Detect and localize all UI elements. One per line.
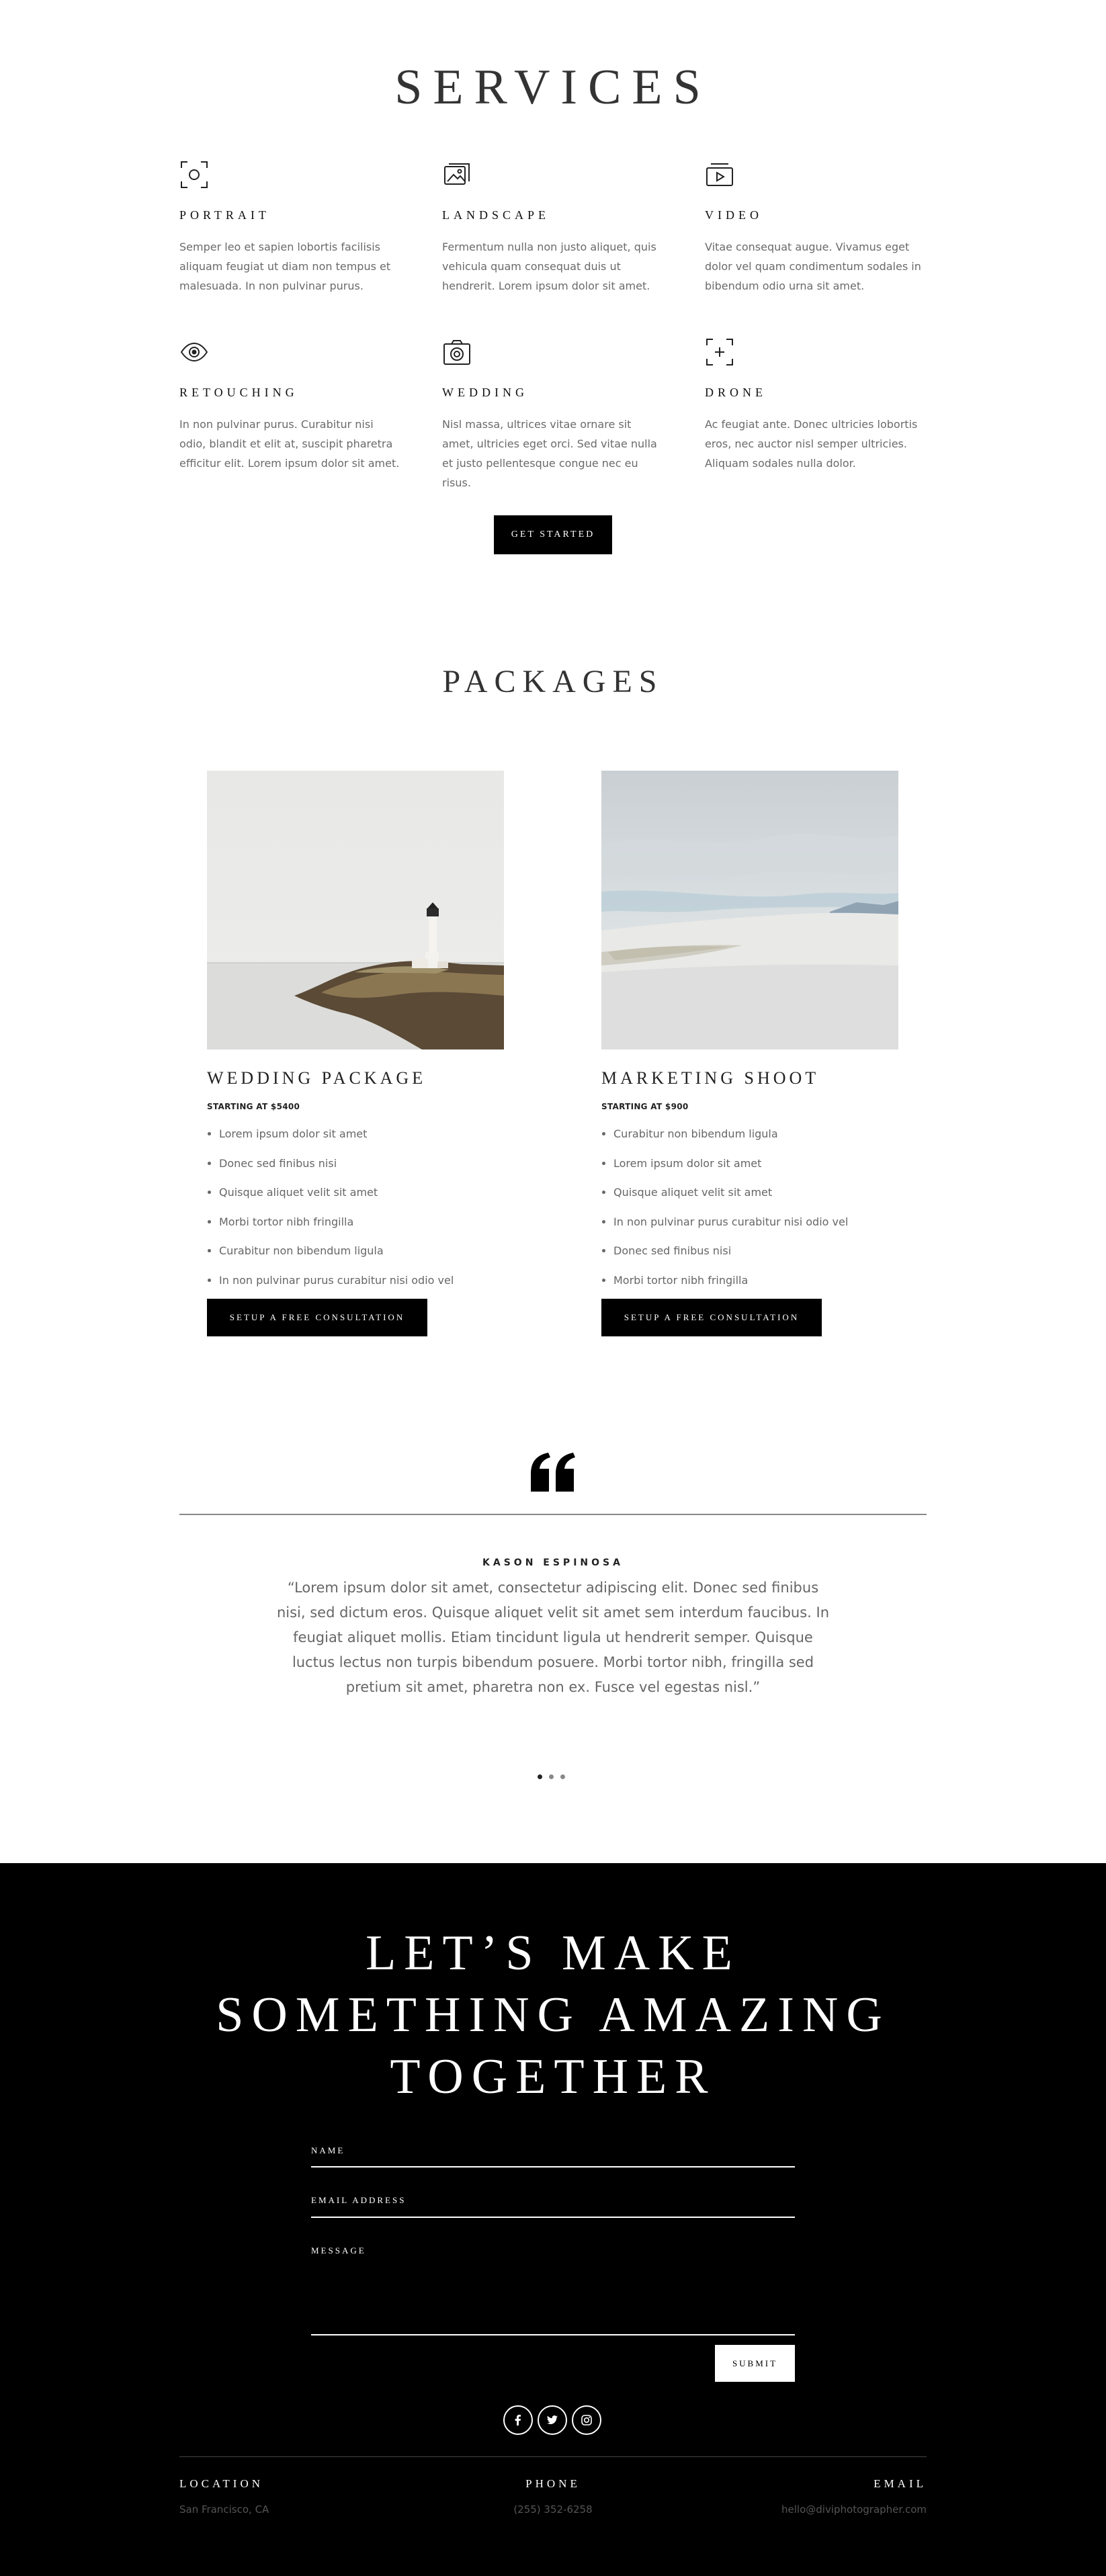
services-section: SERVICES PORTRAIT Semper leo et sapien l… <box>0 0 1106 1863</box>
testimonial-divider <box>179 1514 927 1515</box>
heading-line: LET’S MAKE <box>366 1926 740 1981</box>
list-item: Curabitur non bibendum ligula <box>613 1126 898 1156</box>
wedding-consultation-button[interactable]: SETUP A FREE CONSULTATION <box>207 1299 427 1336</box>
facebook-icon <box>515 2415 521 2425</box>
service-wedding: WEDDING Nisl massa, ultrices vitae ornar… <box>442 337 664 492</box>
service-text: Nisl massa, ultrices vitae ornare sit am… <box>442 418 657 489</box>
service-text: Semper leo et sapien lobortis facilisis … <box>179 241 391 292</box>
desert-image <box>601 771 898 1049</box>
contact-heading: LET’S MAKE SOMETHING AMAZING TOGETHER <box>0 1922 1106 2108</box>
name-field[interactable] <box>311 2166 795 2167</box>
phone-value: (255) 352-6258 <box>513 2503 593 2516</box>
twitter-icon <box>547 2415 558 2425</box>
list-item: Lorem ipsum dolor sit amet <box>219 1126 504 1156</box>
submit-button[interactable]: SUBMIT <box>715 2345 795 2382</box>
service-title: VIDEO <box>705 208 763 222</box>
desert-photo <box>601 771 898 1049</box>
service-video: VIDEO Vitae consequat augue. Vivamus ege… <box>705 160 927 296</box>
services-title: SERVICES <box>394 60 712 115</box>
testimonial-quote: “Lorem ipsum dolor sit amet, consectetur… <box>276 1580 830 1695</box>
service-portrait: PORTRAIT Semper leo et sapien lobortis f… <box>179 160 401 296</box>
list-item: In non pulvinar purus curabitur nisi odi… <box>613 1214 898 1244</box>
instagram-icon <box>581 2415 592 2425</box>
feature-list: Lorem ipsum dolor sit amet Donec sed fin… <box>207 1126 504 1301</box>
package-name: WEDDING PACKAGE <box>207 1068 427 1088</box>
list-item: Lorem ipsum dolor sit amet <box>613 1156 898 1185</box>
slider-dot[interactable] <box>538 1774 542 1779</box>
list-item: Quisque aliquet velit sit amet <box>613 1185 898 1214</box>
service-title: WEDDING <box>442 386 528 399</box>
service-title: PORTRAIT <box>179 208 270 222</box>
lighthouse-image <box>207 771 504 1049</box>
crosshair-frame-icon <box>706 339 733 366</box>
packages-title: PACKAGES <box>442 664 664 699</box>
portrait-focus-icon <box>181 161 208 188</box>
service-text: Ac feugiat ante. Donec ultricies loborti… <box>705 418 918 470</box>
list-item: Curabitur non bibendum ligula <box>219 1243 504 1273</box>
twitter-button[interactable] <box>538 2405 567 2435</box>
service-title: RETOUCHING <box>179 386 298 399</box>
package-marketing: MARKETING SHOOT STARTING AT $900 Curabit… <box>601 771 898 1336</box>
eye-icon <box>180 342 208 362</box>
email-label: EMAIL <box>874 2477 927 2490</box>
marketing-consultation-button[interactable]: SETUP A FREE CONSULTATION <box>601 1299 822 1336</box>
package-wedding: WEDDING PACKAGE STARTING AT $5400 Lorem … <box>207 771 504 1336</box>
list-item: Donec sed finibus nisi <box>219 1156 504 1185</box>
footer-divider <box>179 2456 927 2457</box>
lighthouse-photo <box>207 771 504 1049</box>
service-text: In non pulvinar purus. Curabitur nisi od… <box>179 418 400 470</box>
name-field-label: NAME <box>311 2145 345 2155</box>
testimonial-author: KASON ESPINOSA <box>482 1557 624 1568</box>
slider-dots <box>538 1774 565 1779</box>
list-item: Morbi tortor nibh fringilla <box>613 1273 898 1302</box>
email-field-label: EMAIL ADDRESS <box>311 2195 407 2205</box>
package-price: STARTING AT $900 <box>601 1102 689 1111</box>
heading-line: SOMETHING AMAZING <box>216 1987 890 2043</box>
package-name: MARKETING SHOOT <box>601 1068 820 1088</box>
feature-list: Curabitur non bibendum ligula Lorem ipsu… <box>601 1126 898 1301</box>
package-price: STARTING AT $5400 <box>207 1102 300 1111</box>
video-play-icon <box>706 163 733 186</box>
service-title: LANDSCAPE <box>442 208 550 222</box>
service-retouching: RETOUCHING In non pulvinar purus. Curabi… <box>179 337 401 473</box>
message-field[interactable] <box>311 2334 795 2335</box>
service-text: Fermentum nulla non justo aliquet, quis … <box>442 241 656 292</box>
service-landscape: LANDSCAPE Fermentum nulla non justo aliq… <box>442 160 664 296</box>
message-field-label: MESSAGE <box>311 2245 366 2256</box>
get-started-button[interactable]: GET STARTED <box>494 515 612 554</box>
service-drone: DRONE Ac feugiat ante. Donec ultricies l… <box>705 337 927 473</box>
slider-dot[interactable] <box>560 1774 565 1779</box>
landscape-photo-icon <box>444 163 470 185</box>
service-text: Vitae consequat augue. Vivamus eget dolo… <box>705 241 921 292</box>
contact-section: LET’S MAKE SOMETHING AMAZING TOGETHER NA… <box>0 1863 1106 2576</box>
quote-icon <box>531 1453 575 1492</box>
email-field[interactable] <box>311 2217 795 2218</box>
list-item: Quisque aliquet velit sit amet <box>219 1185 504 1214</box>
list-item: In non pulvinar purus curabitur nisi odi… <box>219 1273 504 1302</box>
facebook-button[interactable] <box>503 2405 533 2435</box>
heading-line: TOGETHER <box>390 2049 716 2104</box>
camera-icon <box>443 340 470 365</box>
service-title: DRONE <box>705 386 767 399</box>
slider-dot[interactable] <box>549 1774 554 1779</box>
phone-label: PHONE <box>525 2477 581 2490</box>
list-item: Donec sed finibus nisi <box>613 1243 898 1273</box>
list-item: Morbi tortor nibh fringilla <box>219 1214 504 1244</box>
email-link[interactable]: hello@diviphotographer.com <box>781 2503 927 2516</box>
instagram-button[interactable] <box>572 2405 601 2435</box>
